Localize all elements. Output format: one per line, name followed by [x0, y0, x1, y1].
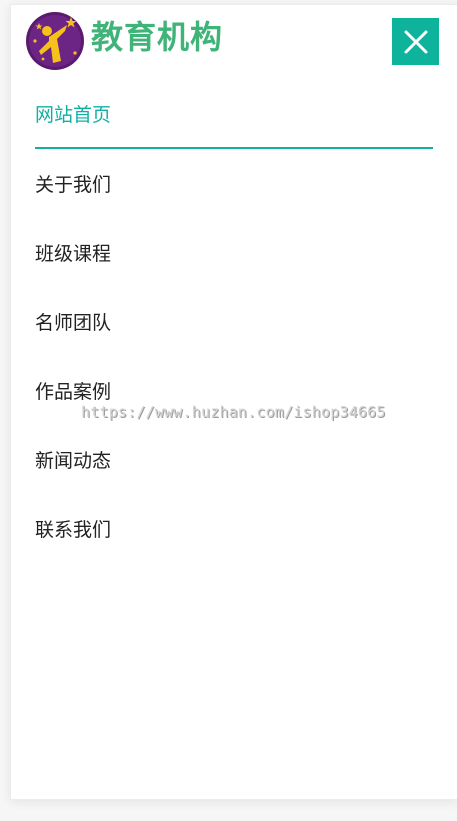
brand-name: 教育机构 — [91, 18, 224, 56]
nav-item-contact[interactable]: 联系我们 — [35, 494, 433, 563]
close-menu-button[interactable] — [392, 18, 439, 65]
nav-item-about[interactable]: 关于我们 — [35, 149, 433, 218]
nav-item-news[interactable]: 新闻动态 — [35, 425, 433, 494]
close-icon — [404, 30, 427, 53]
mobile-menu-panel: 教育机构 网站首页 关于我们 班级课程 名师团队 作品案例 新闻动态 联系我们 … — [10, 4, 457, 800]
nav-menu: 网站首页 关于我们 班级课程 名师团队 作品案例 新闻动态 联系我们 — [35, 80, 433, 563]
nav-item-courses[interactable]: 班级课程 — [35, 218, 433, 287]
watermark-url: https://www.huzhan.com/ishop34665 — [81, 403, 386, 421]
nav-item-teachers[interactable]: 名师团队 — [35, 287, 433, 356]
nav-item-home[interactable]: 网站首页 — [35, 80, 433, 149]
logo-star-figure-icon[interactable] — [25, 11, 85, 71]
menu-header: 教育机构 — [11, 5, 457, 80]
